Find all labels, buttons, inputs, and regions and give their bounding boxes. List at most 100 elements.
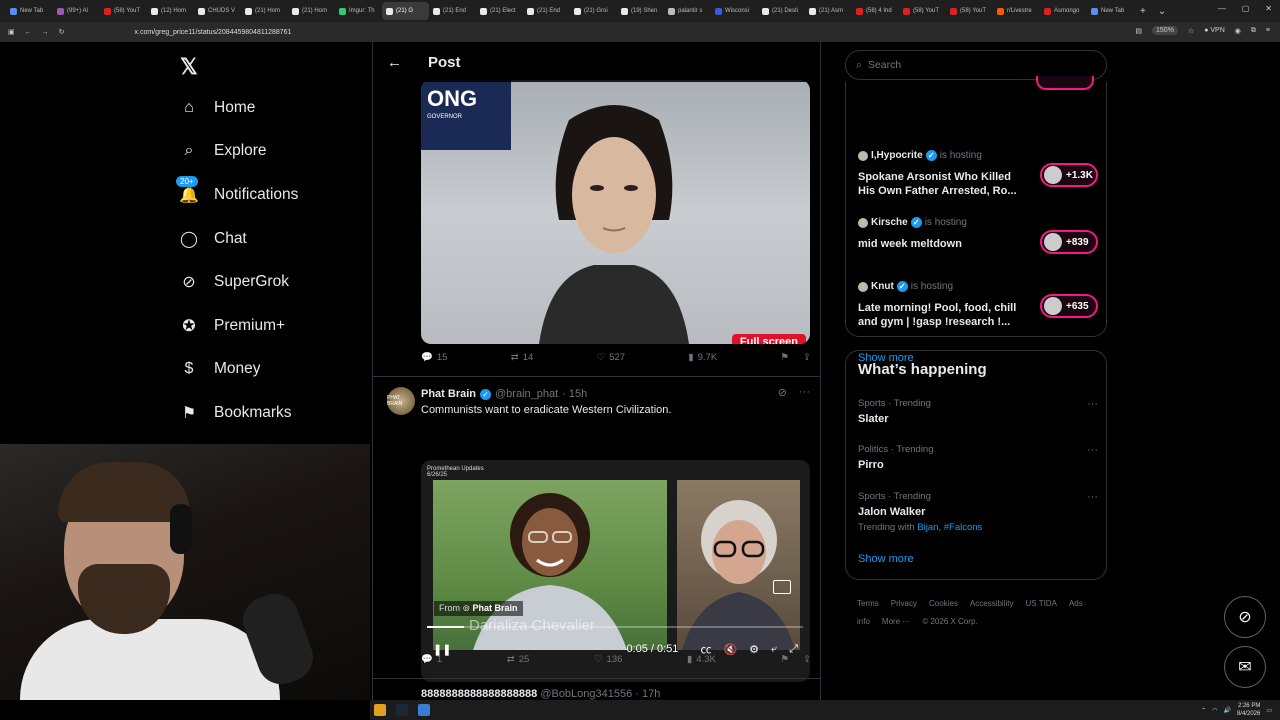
listener-count-pill[interactable]: +839 [1040, 230, 1098, 254]
close-window-button[interactable]: ✕ [1265, 4, 1272, 13]
wifi-icon[interactable]: ◠ [1212, 707, 1217, 714]
app-icon[interactable] [418, 704, 430, 716]
browser-tab[interactable]: (21) Desti [758, 2, 805, 20]
grok-float-button[interactable]: ⊘ [1224, 596, 1266, 638]
live-space-item[interactable]: Knut ✓ is hosting Late morning! Pool, food,… [858, 281, 1098, 330]
maximize-button[interactable]: ▢ [1242, 4, 1250, 13]
live-space-item[interactable]: Kirsche ✓ is hosting mid week meltdown +839 [858, 217, 1098, 254]
from-attribution[interactable]: From ⊚ Phat Brain [434, 601, 523, 616]
browser-tab[interactable]: (21) Hom [241, 2, 288, 20]
browser-tab[interactable]: (58) YouT [100, 2, 147, 20]
profile-icon[interactable]: ◉ [1235, 27, 1241, 35]
zoom-level[interactable]: 150% [1152, 26, 1178, 35]
nav-item-explore[interactable]: ⌕ Explore [178, 130, 298, 174]
browser-tab[interactable]: (21) Hom [288, 2, 335, 20]
share-button[interactable]: ⇪ [803, 654, 811, 665]
picture-in-picture-icon[interactable] [773, 580, 791, 594]
nav-item-notifications[interactable]: 🔔 20+ Notifications [176, 173, 298, 217]
volume-icon[interactable]: 🔊 [1223, 707, 1230, 714]
show-more-link[interactable]: Show more [858, 553, 914, 565]
back-arrow-icon[interactable]: ← [387, 54, 402, 71]
reply-button[interactable]: 💬 15 [421, 352, 447, 363]
browser-tab[interactable]: (99+) Al [53, 2, 100, 20]
messages-float-button[interactable]: ✉ [1224, 646, 1266, 688]
vpn-toggle[interactable]: ● VPN [1204, 27, 1225, 34]
more-options-icon[interactable]: ··· [799, 386, 810, 399]
browser-tab[interactable]: Imgur: Th [335, 2, 382, 20]
browser-tab[interactable]: CHUDS V [194, 2, 241, 20]
clock[interactable]: 2:26 PM 8/4/2026 [1237, 702, 1260, 718]
trending-with-links[interactable]: Bijan, #Falcons [917, 522, 982, 533]
more-options-icon[interactable]: ··· [1087, 491, 1098, 503]
video-player[interactable]: ONG GOVERNOR Full screen [421, 80, 810, 344]
share-button[interactable]: ⇪ [803, 352, 811, 363]
views-button[interactable]: ▮ 4.3K [687, 654, 716, 665]
minimize-button[interactable]: — [1218, 4, 1226, 13]
browser-tab[interactable]: (58) 4 Ind [852, 2, 899, 20]
trend-item[interactable]: Sports · Trending Slater ··· [858, 398, 1098, 425]
nav-item-premium[interactable]: ✪ Premium+ [178, 304, 298, 348]
browser-tab[interactable]: (21) Elect [476, 2, 523, 20]
sidebar-toggle-icon[interactable]: ▣ [8, 28, 15, 36]
browser-tab[interactable]: r/Livestre [993, 2, 1040, 20]
like-button[interactable]: ♡ 136 [594, 654, 622, 665]
nav-item-money[interactable]: $ Money [178, 348, 298, 392]
browser-tab[interactable]: (58) YouT [899, 2, 946, 20]
grok-icon[interactable]: ⊘ [778, 386, 787, 399]
x-logo-icon[interactable]: 𝕏 [180, 54, 198, 80]
author-name[interactable]: Phat Brain [421, 388, 476, 400]
repost-button[interactable]: ⇄ 25 [507, 654, 530, 665]
browser-tab[interactable]: (21) G [382, 2, 429, 20]
steam-icon[interactable] [396, 704, 408, 716]
nav-item-chat[interactable]: ◯ Chat [178, 217, 298, 261]
footer-link[interactable]: © 2026 X Corp. [922, 617, 977, 626]
browser-tab[interactable]: New Tab [6, 2, 53, 20]
bookmark-button[interactable]: ⚑ [780, 654, 789, 665]
chevron-up-icon[interactable]: ⌃ [1201, 707, 1206, 714]
live-space-item[interactable]: I,Hypocrite ✓ is hosting Spokane Arsonist W… [858, 150, 1098, 199]
trend-item[interactable]: Politics · Trending Pirro ··· [858, 444, 1098, 471]
like-button[interactable]: ♡ 527 [597, 352, 625, 363]
browser-tab[interactable]: (58) YouT [946, 2, 993, 20]
more-options-icon[interactable]: ··· [1087, 444, 1098, 456]
reply-button[interactable]: 💬 1 [421, 654, 442, 665]
forward-nav-button[interactable]: → [42, 29, 49, 36]
browser-tab[interactable]: (21) End [523, 2, 570, 20]
author-handle[interactable]: @brain_phat [495, 388, 558, 400]
repost-button[interactable]: ⇄ 14 [511, 352, 534, 363]
browser-tab[interactable]: Wisconsi [711, 2, 758, 20]
trend-item[interactable]: Sports · Trending Jalon Walker ··· Trending… [858, 491, 1098, 533]
file-explorer-icon[interactable] [374, 704, 386, 716]
reader-mode-icon[interactable]: ▤ [1135, 27, 1142, 35]
listener-count-pill[interactable]: +1.3K [1040, 163, 1098, 187]
menu-icon[interactable]: ≡ [1266, 27, 1270, 34]
new-tab-button[interactable]: + [1134, 6, 1152, 17]
browser-tab[interactable]: Asmongo [1040, 2, 1087, 20]
live-space-pill[interactable] [1036, 76, 1094, 90]
views-button[interactable]: ▮ 9.7K [688, 352, 717, 363]
nav-item-bookmarks[interactable]: ⚑ Bookmarks [178, 391, 298, 435]
tweet-time[interactable]: · 15h [562, 388, 587, 400]
notifications-icon[interactable]: ▭ [1266, 707, 1272, 714]
footer-link[interactable]: Accessibility [970, 599, 1014, 608]
browser-tab[interactable]: palantir s [664, 2, 711, 20]
browser-tab[interactable]: (19) Shen [617, 2, 664, 20]
url-field[interactable]: x.com/greg_price11/status/20844598048112… [135, 29, 292, 36]
nav-item-home[interactable]: ⌂ Home [178, 86, 298, 130]
browser-tab[interactable]: (12) Hom [147, 2, 194, 20]
search-input[interactable] [867, 59, 1068, 71]
bookmark-star-icon[interactable]: ☆ [1188, 27, 1194, 35]
browser-tab[interactable]: (21) Groi [570, 2, 617, 20]
video-player[interactable]: Promethean Updates 6/26/25 From ⊚ Phat B… [421, 460, 810, 682]
browser-tab[interactable]: (21) End [429, 2, 476, 20]
tab-list-menu-button[interactable]: ⌄ [1152, 6, 1172, 17]
reload-button[interactable]: ↻ [59, 28, 65, 36]
avatar[interactable]: PHAT BRAIN [387, 387, 415, 415]
footer-link[interactable]: Terms [857, 599, 879, 608]
nav-item-supergrok[interactable]: ⊘ SuperGrok [178, 260, 298, 304]
footer-link[interactable]: Privacy [891, 599, 917, 608]
browser-tab[interactable]: (21) Asm [805, 2, 852, 20]
footer-link[interactable]: US TIDA [1026, 599, 1057, 608]
more-options-icon[interactable]: ··· [1087, 398, 1098, 410]
bookmark-button[interactable]: ⚑ [781, 352, 790, 363]
